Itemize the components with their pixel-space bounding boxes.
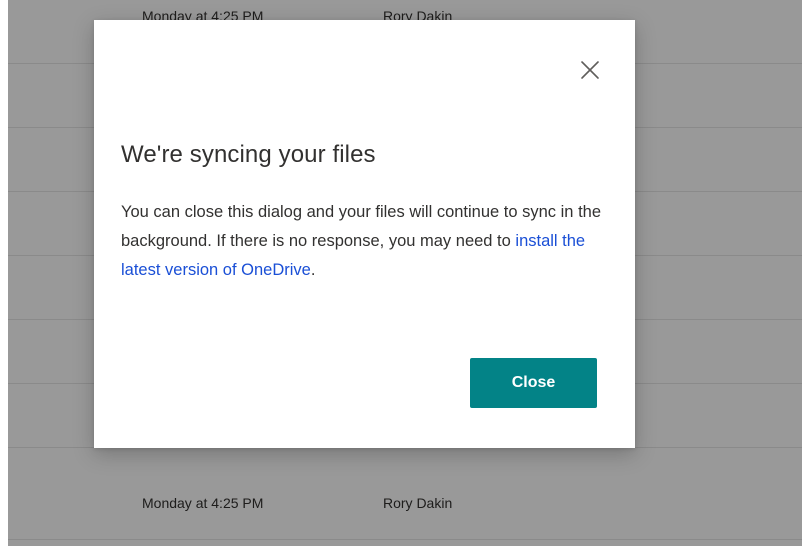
- dialog-message-end: .: [310, 261, 316, 279]
- close-icon[interactable]: [579, 59, 601, 81]
- sync-dialog: We're syncing your files You can close t…: [94, 20, 635, 448]
- close-button[interactable]: Close: [470, 358, 597, 408]
- left-edge: [0, 0, 8, 546]
- dialog-title: We're syncing your files: [121, 141, 376, 168]
- dialog-message: You can close this dialog and your files…: [121, 198, 611, 285]
